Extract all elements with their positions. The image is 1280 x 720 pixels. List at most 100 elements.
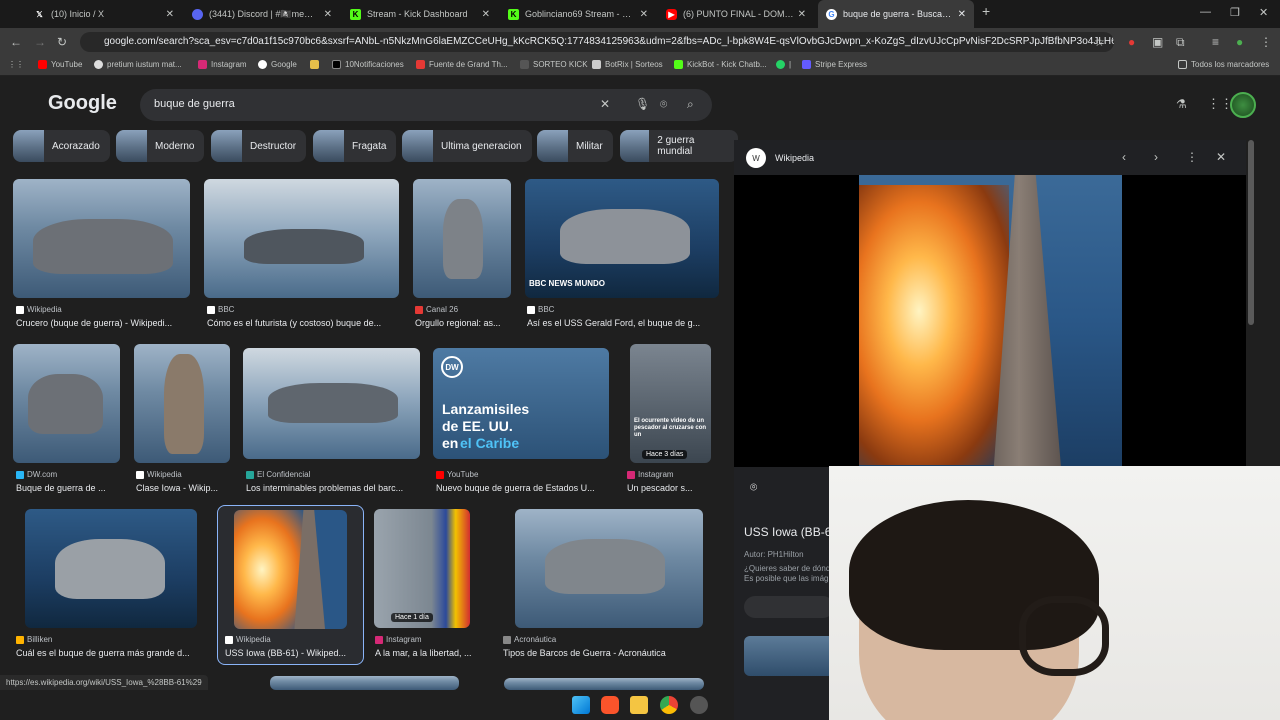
brave-icon[interactable] <box>601 696 619 714</box>
result-image[interactable]: BBC NEWS MUNDO <box>525 179 719 298</box>
app-icon[interactable] <box>690 696 708 714</box>
tab-youtube[interactable]: ▶(6) PUNTO FINAL - DOMINGO✕ <box>658 0 814 28</box>
chip-fragata[interactable]: Fragata <box>313 130 397 162</box>
next-icon[interactable]: › <box>1154 150 1158 164</box>
bookmark-kickbot[interactable]: KickBot - Kick Chatb... <box>674 60 767 69</box>
result-image[interactable] <box>234 510 347 629</box>
bookmark-all[interactable]: Todos los marcadores <box>1178 60 1269 69</box>
restore-icon[interactable]: ❐ <box>1230 6 1240 19</box>
extensions-puzzle-icon[interactable]: ⧉ <box>1176 35 1185 50</box>
result-image[interactable]: Hace 1 día <box>374 509 470 628</box>
result-title[interactable]: A la mar, a la libertad, ... <box>375 648 485 658</box>
close-icon[interactable]: ✕ <box>166 9 174 20</box>
chip-acorazado[interactable]: Acorazado <box>13 130 110 162</box>
back-icon[interactable]: ← <box>10 35 22 49</box>
minimize-icon[interactable]: — <box>1200 6 1211 18</box>
reload-icon[interactable]: ↻ <box>57 35 67 49</box>
result-image[interactable] <box>13 179 190 298</box>
result-image[interactable] <box>13 344 120 463</box>
result-title[interactable]: Orgullo regional: as... <box>415 318 511 328</box>
close-icon[interactable]: ✕ <box>482 9 490 20</box>
chip-destructor[interactable]: Destructor <box>211 130 307 162</box>
new-tab-button[interactable]: + <box>982 3 990 19</box>
bookmark-google[interactable]: Google <box>258 60 297 69</box>
media-icon[interactable]: ≡ <box>1212 35 1219 49</box>
result-image[interactable]: El ocurrente video de un pescador al cru… <box>630 344 711 463</box>
more-icon[interactable]: ⋮ <box>1186 150 1198 164</box>
result-image[interactable]: DW Lanzamisiles de EE. UU. en el Caribe <box>433 348 609 459</box>
bookmark-x-notifications[interactable]: 10Notificaciones <box>332 60 404 69</box>
forward-icon[interactable]: → <box>34 35 46 49</box>
result-title[interactable]: Así es el USS Gerald Ford, el buque de g… <box>527 318 719 328</box>
result-image[interactable] <box>504 678 704 690</box>
panel-source[interactable]: Wikipedia <box>775 153 814 163</box>
url-field[interactable]: google.com/search?sca_esv=c7d0a1f15c970b… <box>80 32 1114 52</box>
bookmark-stripe[interactable]: Stripe Express <box>802 60 867 69</box>
scrollbar[interactable] <box>1248 140 1254 325</box>
result-image[interactable] <box>270 676 459 690</box>
bookmark-extra[interactable] <box>310 60 323 69</box>
close-icon[interactable]: ✕ <box>640 9 648 20</box>
result-title[interactable]: Clase Iowa - Wikip... <box>136 483 230 493</box>
visit-button[interactable] <box>744 596 834 618</box>
chrome-icon[interactable] <box>660 696 678 714</box>
search-icon[interactable]: ⌕ <box>687 97 694 112</box>
google-logo[interactable]: Google <box>48 92 117 115</box>
bookmark-botrix[interactable]: BotRix | Sorteos <box>592 60 663 69</box>
panel-title[interactable]: USS Iowa (BB-61 <box>744 525 838 539</box>
close-window-icon[interactable]: ✕ <box>1259 6 1268 19</box>
bookmark-pretium[interactable]: pretium iustum mat... <box>94 60 182 69</box>
result-image[interactable] <box>515 509 703 628</box>
star-icon[interactable]: ☆ <box>1094 35 1105 49</box>
search-input[interactable]: buque de guerra <box>154 98 235 110</box>
result-image[interactable] <box>134 344 230 463</box>
result-image[interactable] <box>243 348 420 459</box>
close-panel-icon[interactable]: ✕ <box>1216 150 1226 164</box>
file-explorer-icon[interactable] <box>630 696 648 714</box>
extension-icon[interactable]: ▣ <box>1152 35 1163 49</box>
result-title[interactable]: Buque de guerra de ... <box>16 483 120 493</box>
tab-kick-stream[interactable]: K Goblinciano69 Stream - Watch ✕ <box>500 0 656 28</box>
lens-search-icon[interactable]: ⌾ <box>750 480 757 495</box>
result-image[interactable] <box>25 509 197 628</box>
close-icon[interactable]: ✕ <box>958 9 966 20</box>
bookmark-whatsapp[interactable]: | <box>776 60 791 69</box>
bookmark-youtube[interactable]: YouTube <box>38 60 82 69</box>
tab-x[interactable]: 𝕏 (10) Inicio / X ✕ <box>26 0 182 28</box>
mic-icon[interactable]: 🎙 <box>635 97 650 111</box>
result-title[interactable]: Un pescador s... <box>627 483 713 493</box>
result-title[interactable]: USS Iowa (BB-61) - Wikiped... <box>225 648 358 658</box>
chip-militar[interactable]: Militar <box>537 130 613 162</box>
tab-google-search[interactable]: Gbuque de guerra - Buscar con G✕ <box>818 0 974 28</box>
search-box[interactable]: buque de guerra ✕ 🎙 ⌾ ⌕ <box>140 89 712 121</box>
preview-image[interactable] <box>859 175 1122 467</box>
chip-ultima-generacion[interactable]: Ultima generacion <box>402 130 532 162</box>
tab-kick-dashboard[interactable]: K Stream - Kick Dashboard ✕ <box>342 0 498 28</box>
result-title[interactable]: Cómo es el futurista (y costoso) buque d… <box>207 318 399 328</box>
result-title[interactable]: Nuevo buque de guerra de Estados U... <box>436 483 609 493</box>
lens-icon[interactable]: ⌾ <box>660 97 667 112</box>
bookmark-instagram[interactable]: Instagram <box>198 60 247 69</box>
close-icon[interactable]: ✕ <box>798 9 806 20</box>
extension-icon[interactable]: ● <box>1128 35 1135 49</box>
bookmark-gta[interactable]: Fuente de Grand Th... <box>416 60 508 69</box>
bookmark-sorteo-kick[interactable]: SORTEO KICK <box>520 60 588 69</box>
profile-avatar[interactable]: ● <box>1236 35 1243 49</box>
menu-icon[interactable]: ⋮ <box>1260 35 1272 49</box>
apps-icon[interactable]: ⋮⋮ <box>8 60 24 69</box>
result-image[interactable] <box>413 179 511 298</box>
chip-moderno[interactable]: Moderno <box>116 130 205 162</box>
result-title[interactable]: Crucero (buque de guerra) - Wikipedi... <box>16 318 190 328</box>
result-title[interactable]: Los interminables problemas del barc... <box>246 483 420 493</box>
clear-icon[interactable]: ✕ <box>600 97 610 111</box>
result-title[interactable]: Tipos de Barcos de Guerra - Acronáutica <box>503 648 703 658</box>
related-image[interactable] <box>744 636 834 676</box>
prev-icon[interactable]: ‹ <box>1122 150 1126 164</box>
windows-start-icon[interactable] <box>572 696 590 714</box>
tab-discord[interactable]: (3441) Discord | #🏴‍☠️memes ✕ <box>184 0 340 28</box>
labs-icon[interactable]: ⚗ <box>1176 97 1187 111</box>
close-icon[interactable]: ✕ <box>324 9 332 20</box>
result-title[interactable]: Cuál es el buque de guerra más grande d.… <box>16 648 206 658</box>
result-image[interactable] <box>204 179 399 298</box>
account-avatar[interactable] <box>1230 92 1256 118</box>
